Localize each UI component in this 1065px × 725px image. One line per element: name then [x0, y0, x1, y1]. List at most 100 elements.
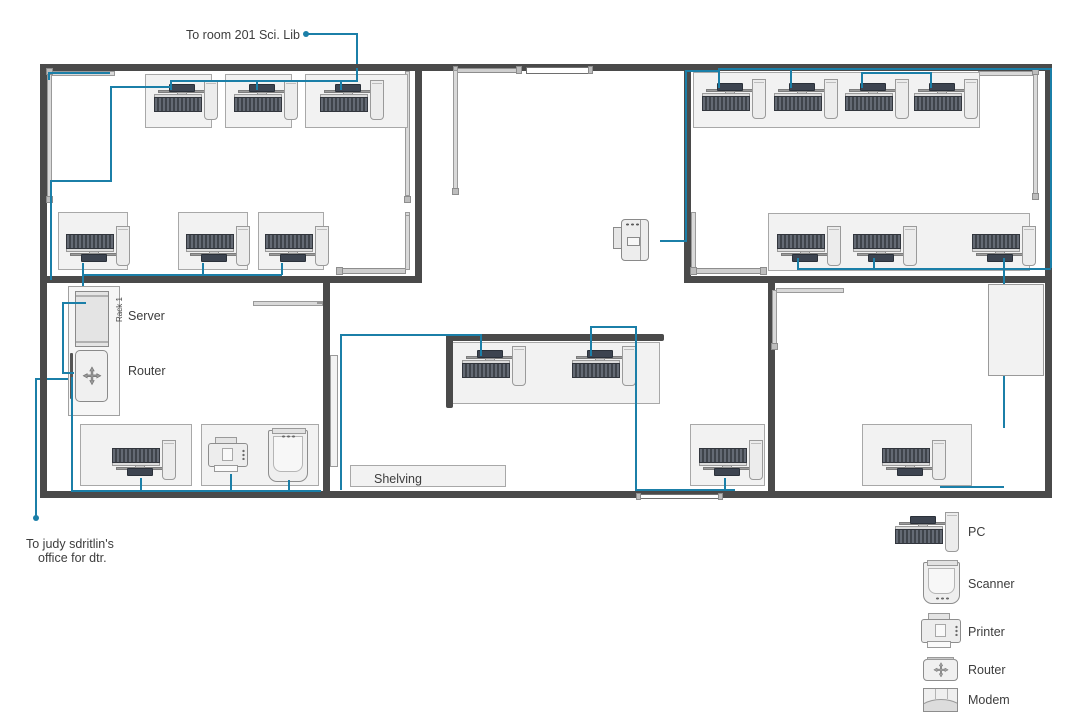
keyboard-icon	[972, 234, 1020, 249]
cable-lc-west	[340, 334, 481, 336]
keyboard-icon	[895, 529, 943, 544]
keyboard-icon	[462, 363, 510, 378]
pc-serverroom[interactable]	[110, 436, 176, 480]
door-leftroom-bottom	[340, 268, 406, 274]
scanner-lid-icon	[272, 428, 306, 434]
wall-top-left	[40, 64, 422, 71]
legend-printer-icon	[921, 613, 961, 648]
scanner-glass-icon	[273, 436, 303, 472]
door-cap-g	[452, 188, 459, 195]
printer-paper-icon	[222, 448, 233, 461]
monitor-icon	[868, 254, 894, 262]
wall-liner-server-top	[253, 301, 323, 306]
pc-topleft-3[interactable]	[318, 80, 384, 124]
legend-pc-icon	[893, 512, 959, 556]
printer-device[interactable]	[208, 437, 248, 472]
legend-label-modem: Modem	[968, 693, 1010, 707]
cable-tr-pc1	[718, 68, 720, 88]
router-cross-icon	[932, 662, 949, 678]
door-cap-k	[760, 267, 767, 275]
cable-tr-east-down	[1050, 68, 1052, 268]
legend-label-router: Router	[968, 663, 1006, 677]
monitor-icon	[792, 254, 818, 262]
cable-lc-pc2	[590, 326, 592, 356]
pc-lower-1[interactable]	[697, 436, 763, 480]
cable-modem-top-join	[685, 70, 718, 72]
legend-label-pc: PC	[968, 525, 986, 539]
cable-lc-west-down	[340, 334, 342, 490]
server-bar-top	[76, 295, 108, 297]
pc-midright-3[interactable]	[970, 222, 1036, 266]
wall-server-room-right	[323, 276, 330, 498]
pc-lowercenter-2[interactable]	[570, 346, 636, 390]
door-cap-e	[516, 66, 522, 74]
wall-liner-rightroom-left	[691, 212, 696, 272]
pc-lowercenter-1[interactable]	[460, 346, 526, 390]
cable-tl-pc1	[170, 80, 172, 90]
legend-modem-icon	[923, 688, 958, 712]
printer-leds-icon	[955, 625, 958, 636]
keyboard-icon	[845, 96, 893, 111]
modem-line-2	[947, 689, 948, 699]
scanner-device[interactable]	[268, 428, 308, 482]
cable-server-in	[62, 302, 86, 304]
cable-lower-bus-2	[940, 486, 1004, 488]
cable-lc-east-h	[590, 326, 636, 328]
modem-leds-icon	[625, 223, 639, 226]
wall-right-room-bottom	[684, 276, 1052, 283]
scanner-glass-icon	[928, 568, 955, 594]
server-bar-bottom	[76, 341, 108, 343]
monitor-icon	[280, 254, 306, 262]
cabinet-lowercenter	[330, 355, 338, 467]
tower-icon	[315, 226, 329, 266]
modem-divider-icon	[640, 220, 641, 260]
pc-midright-1[interactable]	[775, 222, 841, 266]
printer-leds-icon	[242, 449, 245, 460]
pc-topright-4[interactable]	[912, 79, 978, 123]
legend-label-printer: Printer	[968, 625, 1005, 639]
window-bottom-center	[640, 494, 720, 499]
cable-modem-up	[685, 72, 687, 241]
cable-modem-east	[660, 240, 687, 242]
monitor-icon	[860, 83, 886, 91]
pc-midleft-2[interactable]	[184, 222, 250, 266]
monitor-icon	[929, 83, 955, 91]
scanner-leds-icon	[934, 597, 949, 600]
pc-lower-2[interactable]	[880, 436, 946, 480]
server-unit[interactable]	[75, 291, 109, 347]
monitor-icon	[987, 254, 1013, 262]
pc-midright-2[interactable]	[851, 222, 917, 266]
pc-midleft-3[interactable]	[263, 222, 329, 266]
pc-topleft-1[interactable]	[152, 80, 218, 124]
legend-router-icon	[923, 657, 958, 681]
cable-tl-corner-h	[48, 72, 110, 74]
pc-topright-2[interactable]	[772, 79, 838, 123]
printer-tray-bottom-icon	[214, 465, 238, 472]
pc-topleft-2[interactable]	[232, 80, 298, 124]
keyboard-icon	[774, 96, 822, 111]
door-hall-vert-left	[453, 70, 458, 190]
server-label: Server	[128, 309, 165, 323]
cable-tr-link34	[861, 72, 930, 74]
monitor-icon	[714, 468, 740, 476]
tower-icon	[749, 440, 763, 480]
modem-line-1	[935, 689, 936, 699]
door-cap-l	[336, 267, 343, 275]
modem-panel-icon	[627, 237, 640, 246]
modem-device[interactable]	[613, 219, 649, 261]
pc-midleft-1[interactable]	[64, 222, 130, 266]
door-cap-c	[404, 196, 411, 203]
tower-icon	[204, 80, 218, 120]
scanner-lid-icon	[927, 560, 958, 566]
router-cross-icon	[82, 366, 101, 386]
cable-201-v	[356, 33, 358, 68]
monitor-icon	[910, 516, 936, 524]
pc-topright-1[interactable]	[700, 79, 766, 123]
router-unit[interactable]	[75, 350, 108, 402]
pc-topright-3[interactable]	[843, 79, 909, 123]
cable-router-down	[71, 377, 73, 492]
cable-router-in	[62, 372, 74, 374]
monitor-icon	[789, 83, 815, 91]
printer-tray-bottom-icon	[927, 641, 951, 648]
cable-tl-west	[110, 86, 172, 88]
